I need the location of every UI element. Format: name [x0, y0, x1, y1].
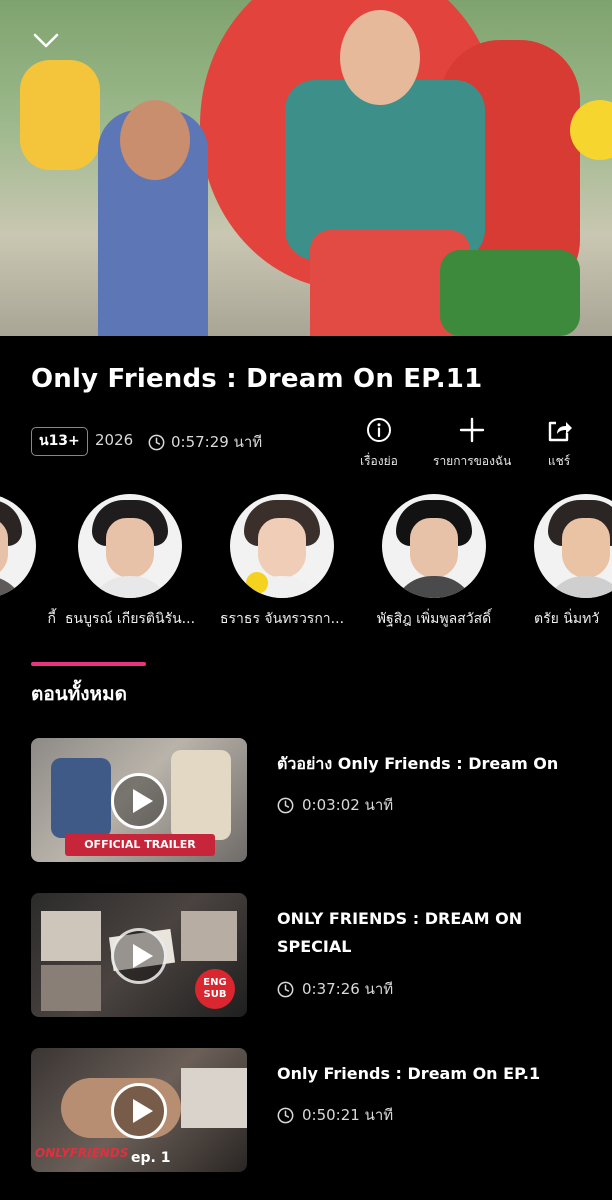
age-rating-badge: น13+	[31, 427, 88, 456]
episode-duration: 0:37:26 นาที	[277, 977, 393, 1001]
share-button[interactable]: แชร์	[545, 416, 573, 471]
video-title: Only Friends : Dream On EP.11	[31, 364, 483, 394]
info-icon	[366, 418, 391, 442]
episode-item[interactable]: ONLYFRIENDS ep. 1 Only Friends : Dream O…	[31, 1048, 591, 1172]
episode-thumbnail[interactable]: ONLYFRIENDS ep. 1	[31, 1048, 247, 1172]
avatar	[382, 494, 486, 598]
share-icon	[548, 421, 572, 442]
tab-all-episodes[interactable]: ตอนทั้งหมด	[31, 679, 127, 709]
duration-text: 0:03:02 นาที	[302, 796, 394, 814]
duration-text: 0:57:29 นาที	[171, 433, 263, 451]
episode-item[interactable]: ENG SUB ONLY FRIENDS : DREAM ON SPECIAL …	[31, 893, 591, 1017]
synopsis-label: เรื่องย่อ	[360, 454, 398, 468]
episode-title: ตัวอย่าง Only Friends : Dream On	[277, 754, 559, 773]
duration-text: 0:37:26 นาที	[302, 980, 394, 998]
thumb-figure	[51, 758, 111, 838]
thumb-figure	[41, 965, 101, 1011]
avatar	[534, 494, 612, 598]
cast-name: พัฐสิฎ เพิ่มพูลสวัสดิ์	[376, 611, 492, 627]
thumb-figure	[171, 750, 231, 840]
clock-icon	[277, 981, 294, 997]
share-label: แชร์	[547, 454, 571, 468]
episode-item[interactable]: OFFICIAL TRAILER ตัวอย่าง Only Friends :…	[31, 738, 591, 862]
hero-person-clown-head	[340, 10, 420, 105]
thumb-caption: ENG SUB	[195, 969, 235, 1009]
episode-thumbnail[interactable]: OFFICIAL TRAILER	[31, 738, 247, 862]
my-list-label: รายการของฉัน	[433, 454, 512, 468]
cast-member[interactable]: ธนบูรณ์ เกียรตินิรัน...	[50, 494, 210, 630]
cast-member[interactable]: ตรัย นิ่มทวั	[506, 494, 612, 630]
video-duration: 0:57:29 นาที	[148, 430, 262, 454]
duration-text: 0:50:21 นาที	[302, 1106, 394, 1124]
cast-member[interactable]: พัฐสิฎ เพิ่มพูลสวัสดิ์	[354, 494, 514, 630]
hero-person-left-head	[120, 100, 190, 180]
thumb-figure	[181, 1068, 247, 1128]
smiley-icon	[246, 572, 268, 594]
cast-name: ตรัย นิ่มทวั	[534, 611, 600, 627]
cast-name: ธราธร จันทรวรกา...	[219, 611, 345, 627]
thumb-caption: ep. 1	[131, 1150, 171, 1166]
episode-title: ONLY FRIENDS : DREAM ON SPECIAL	[277, 909, 523, 956]
play-icon[interactable]	[111, 773, 167, 829]
tab-indicator	[31, 662, 146, 666]
cast-name: ธนบูรณ์ เกียรตินิรัน...	[64, 611, 196, 627]
synopsis-button[interactable]: เรื่องย่อ	[360, 416, 398, 471]
avatar	[0, 494, 36, 598]
hero-balloon-legs	[440, 250, 580, 336]
clock-icon	[277, 797, 294, 813]
plus-icon	[459, 417, 485, 443]
play-icon[interactable]	[111, 1083, 167, 1139]
chevron-down-icon[interactable]	[28, 22, 64, 58]
video-hero-image[interactable]	[0, 0, 612, 336]
thumb-caption: OFFICIAL TRAILER	[65, 834, 215, 856]
clock-icon	[148, 434, 165, 450]
play-icon[interactable]	[111, 928, 167, 984]
episode-title: Only Friends : Dream On EP.1	[277, 1064, 541, 1083]
avatar	[230, 494, 334, 598]
thumb-figure	[41, 911, 101, 961]
cast-member[interactable]: ธราธร จันทรวรกา...	[202, 494, 362, 630]
cast-list[interactable]: กี้ ธนบูรณ์ เกียรตินิรัน... ธราธร จันทรว…	[0, 494, 612, 634]
episode-thumbnail[interactable]: ENG SUB	[31, 893, 247, 1017]
clock-icon	[277, 1107, 294, 1123]
episode-duration: 0:03:02 นาที	[277, 793, 393, 817]
my-list-button[interactable]: รายการของฉัน	[433, 416, 511, 471]
avatar	[78, 494, 182, 598]
episode-duration: 0:50:21 นาที	[277, 1103, 393, 1127]
hero-balloon-hand	[20, 60, 100, 170]
thumb-figure	[181, 911, 237, 961]
release-year: 2026	[95, 431, 134, 449]
